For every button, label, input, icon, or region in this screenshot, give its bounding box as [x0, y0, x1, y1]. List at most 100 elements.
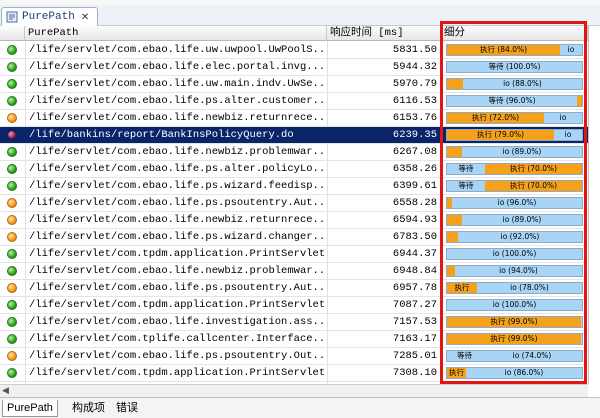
table-row[interactable]: /life/servlet/com.tpdm.application.Print… — [0, 246, 588, 263]
breakdown-bar: 执行 io (78.0%) — [446, 282, 583, 294]
breakdown-bar: io (96.0%) — [446, 197, 583, 209]
breakdown-segment-io: io (96.0%) — [452, 198, 582, 208]
table-row[interactable]: /life/servlet/com.tplife.callcenter.Inte… — [0, 331, 588, 348]
horizontal-scrollbar[interactable]: ◀ — [0, 384, 588, 397]
response-time-cell: 6783.50 — [392, 231, 437, 243]
status-column-header[interactable] — [0, 26, 25, 41]
breakdown-segment-cpu — [447, 232, 458, 242]
table-row[interactable]: /life/servlet/com.ebao.life.ps.psoutentr… — [0, 195, 588, 212]
breakdown-segment-io: 等待 — [447, 181, 485, 191]
bottom-tab-bar: PurePath 构成项 错误 — [0, 397, 600, 418]
tab-title: PurePath — [22, 11, 75, 23]
table-row[interactable]: /life/servlet/com.tpdm.application.Print… — [0, 365, 588, 382]
table-row[interactable]: /life/bankins/report/BankInsPolicyQuery.… — [0, 127, 588, 144]
breakdown-bar: 执行 (72.0%) io — [446, 112, 583, 124]
table-row[interactable]: /life/servlet/com.ebao.life.ps.wizard.ch… — [0, 229, 588, 246]
breakdown-bar: 等待 (96.0%) — [446, 95, 583, 107]
breakdown-bar: io (100.0%) — [446, 299, 583, 311]
status-orange-icon — [7, 351, 17, 361]
breakdown-bar: io (92.0%) — [446, 231, 583, 243]
status-green-icon — [7, 62, 17, 72]
breakdown-segment-io: 等待 — [447, 351, 482, 361]
status-green-icon — [7, 45, 17, 55]
breakdown-segment-io: io — [544, 113, 582, 123]
breakdown-bar: io (89.0%) — [446, 214, 583, 226]
response-time-cell: 7285.01 — [392, 350, 437, 362]
bottom-tab-errors[interactable]: 错误 — [112, 400, 142, 416]
table-row[interactable]: /life/servlet/com.ebao.life.newbiz.retur… — [0, 110, 588, 127]
response-time-cell: 6944.37 — [392, 248, 437, 260]
response-time-cell: 6558.28 — [392, 197, 437, 209]
response-time-cell: 5970.79 — [392, 78, 437, 90]
purepath-cell: /life/servlet/com.tpdm.application.Print… — [29, 299, 324, 311]
breakdown-segment-io: io (86.0%) — [466, 368, 582, 378]
status-green-icon — [7, 334, 17, 344]
table-row[interactable]: /life/servlet/com.ebao.life.newbiz.probl… — [0, 263, 588, 280]
status-green-icon — [7, 79, 17, 89]
table-row[interactable]: /life/servlet/com.ebao.life.newbiz.probl… — [0, 144, 588, 161]
status-green-icon — [7, 147, 17, 157]
breakdown-bar: io (88.0%) — [446, 78, 583, 90]
table-row[interactable]: /life/servlet/com.ebao.life.newbiz.retur… — [0, 212, 588, 229]
purepath-cell: /life/bankins/report/BankInsPolicyQuery.… — [29, 129, 294, 141]
breakdown-segment-cpu: 执行 (99.0%) — [447, 334, 581, 344]
breakdown-segment-io: io (100.0%) — [447, 249, 582, 259]
response-time-cell: 5831.50 — [392, 44, 437, 56]
purepath-cell: /life/servlet/com.ebao.life.ps.alter.cus… — [29, 95, 324, 107]
breakdown-segment-io: io (78.0%) — [477, 283, 582, 293]
breakdown-column-header[interactable]: 细分 — [441, 26, 588, 41]
breakdown-segment-io: 等待 (100.0%) — [447, 62, 582, 72]
breakdown-segment-cpu — [447, 147, 462, 157]
purepath-cell: /life/servlet/com.ebao.life.newbiz.probl… — [29, 146, 324, 158]
breakdown-segment-io: io (89.0%) — [462, 147, 582, 157]
table-row[interactable]: /life/servlet/com.ebao.life.ps.psoutentr… — [0, 280, 588, 297]
response-time-cell: 5944.32 — [392, 61, 437, 73]
tab-purepath[interactable]: PurePath ✕ — [1, 7, 98, 26]
status-green-icon — [7, 368, 17, 378]
table-row[interactable]: /life/servlet/com.ebao.life.uw.uwpool.Uw… — [0, 42, 588, 59]
status-orange-icon — [7, 198, 17, 208]
table-row[interactable]: /life/servlet/com.ebao.life.ps.wizard.fe… — [0, 178, 588, 195]
breakdown-segment-io: 等待 — [447, 164, 485, 174]
purepath-cell: /life/servlet/com.tplife.callcenter.Inte… — [29, 333, 324, 345]
table-row[interactable]: /life/servlet/com.ebao.life.investigatio… — [0, 314, 588, 331]
breakdown-bar: 执行 io (86.0%) — [446, 367, 583, 379]
status-purple-icon — [7, 130, 17, 140]
response-time-cell: 6239.35 — [392, 129, 437, 141]
response-time-cell: 6267.08 — [392, 146, 437, 158]
response-time-column-header[interactable]: 响应时间 [ms] — [327, 26, 441, 41]
breakdown-segment-cpu: 执行 — [447, 283, 477, 293]
scroll-left-icon[interactable]: ◀ — [2, 386, 9, 396]
breakdown-segment-cpu: 执行 (72.0%) — [447, 113, 544, 123]
purepath-table: PurePath 响应时间 [ms] 细分 /life/servlet/com.… — [0, 26, 589, 384]
path-column-header[interactable]: PurePath — [25, 26, 327, 41]
response-time-cell: 6153.76 — [392, 112, 437, 124]
breakdown-segment-io: io — [560, 45, 582, 55]
table-row[interactable]: /life/servlet/com.ebao.life.ps.alter.cus… — [0, 93, 588, 110]
breakdown-segment-cpu: 执行 (79.0%) — [447, 130, 554, 140]
response-time-cell: 6948.84 — [392, 265, 437, 277]
bottom-tab-components[interactable]: 构成项 — [68, 400, 109, 416]
breakdown-segment-io: io (94.0%) — [455, 266, 582, 276]
table-row[interactable]: /life/servlet/com.ebao.life.uw.main.indv… — [0, 76, 588, 93]
breakdown-bar: 执行 (99.0%) — [446, 316, 583, 328]
table-row[interactable]: /life/servlet/com.tpdm.application.Print… — [0, 297, 588, 314]
table-row[interactable]: /life/servlet/com.ebao.life.ps.psoutentr… — [0, 348, 588, 365]
breakdown-segment-io: io (88.0%) — [463, 79, 582, 89]
response-time-cell: 7157.53 — [392, 316, 437, 328]
purepath-cell: /life/servlet/com.ebao.life.newbiz.probl… — [29, 265, 324, 277]
response-time-cell: 6358.26 — [392, 163, 437, 175]
bottom-tab-purepath[interactable]: PurePath — [2, 400, 58, 417]
response-time-cell: 7087.27 — [392, 299, 437, 311]
purepath-cell: /life/servlet/com.ebao.life.ps.alter.pol… — [29, 163, 324, 175]
close-icon[interactable]: ✕ — [81, 12, 89, 23]
table-row[interactable]: /life/servlet/com.ebao.life.elec.portal.… — [0, 59, 588, 76]
purepath-tab-icon — [6, 11, 18, 23]
purepath-cell: /life/servlet/com.ebao.life.uw.main.indv… — [29, 78, 324, 90]
breakdown-segment-cpu: 执行 (70.0%) — [485, 164, 582, 174]
response-time-cell: 7163.17 — [392, 333, 437, 345]
response-time-cell: 6957.78 — [392, 282, 437, 294]
breakdown-bar: io (94.0%) — [446, 265, 583, 277]
table-row[interactable]: /life/servlet/com.ebao.life.ps.alter.pol… — [0, 161, 588, 178]
status-orange-icon — [7, 283, 17, 293]
